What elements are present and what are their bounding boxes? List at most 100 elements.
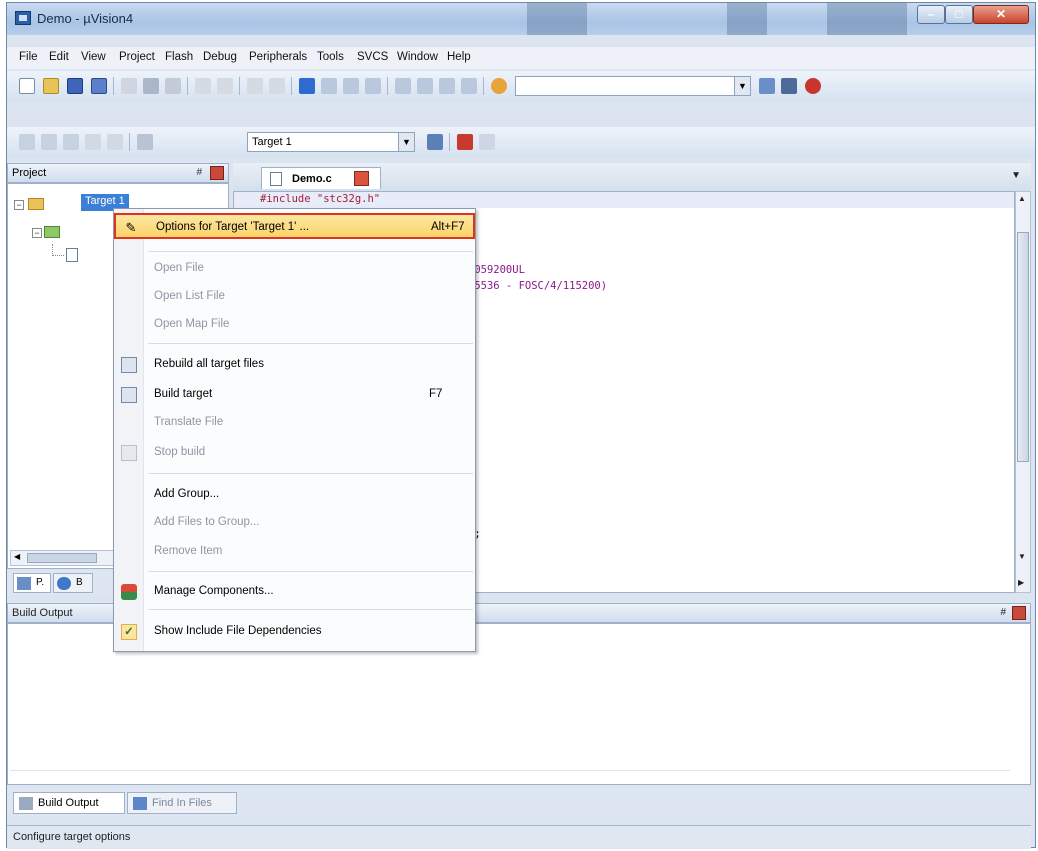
find-in-files-icon[interactable] [491, 78, 507, 94]
cut-icon[interactable] [121, 78, 137, 94]
close-panel-icon[interactable] [210, 166, 224, 180]
select-software-packs-icon[interactable] [479, 134, 495, 150]
menu-help[interactable]: Help [447, 51, 471, 63]
menu-item-remove-item[interactable]: Remove Item [114, 539, 475, 565]
context-menu: ✎ Options for Target 'Target 1' ... Alt+… [113, 208, 476, 652]
collapse-icon[interactable]: − [32, 228, 42, 238]
next-bookmark-icon[interactable] [343, 78, 359, 94]
group-folder-icon [44, 226, 60, 238]
menu-view[interactable]: View [81, 51, 106, 63]
menu-item-open-file[interactable]: Open File [114, 256, 475, 282]
menu-item-options-for-target[interactable]: ✎ Options for Target 'Target 1' ... Alt+… [114, 213, 475, 239]
target-options-icon[interactable] [427, 134, 443, 150]
unindent-icon[interactable] [417, 78, 433, 94]
redo-icon[interactable] [217, 78, 233, 94]
tab-find-in-files[interactable]: Find In Files [127, 792, 237, 814]
pin-icon[interactable]: # [196, 167, 202, 178]
horizontal-scrollbar[interactable] [10, 770, 1010, 782]
incremental-find-icon[interactable] [759, 78, 775, 94]
menu-item-add-files[interactable]: Add Files to Group... [114, 510, 475, 536]
toolbar-separator [113, 77, 114, 95]
source-file-icon[interactable] [66, 248, 78, 262]
prev-bookmark-icon[interactable] [321, 78, 337, 94]
menu-item-open-list-file[interactable]: Open List File [114, 284, 475, 310]
navigate-back-icon[interactable] [247, 78, 263, 94]
open-folder-icon[interactable] [43, 78, 59, 94]
close-tab-icon[interactable] [354, 171, 369, 186]
menu-item-rebuild-all[interactable]: Rebuild all target files [114, 352, 475, 378]
maximize-button[interactable]: □ [945, 5, 973, 24]
menu-separator [148, 609, 473, 610]
menu-window[interactable]: Window [397, 51, 438, 63]
browse-icon[interactable] [781, 78, 797, 94]
menu-flash[interactable]: Flash [165, 51, 193, 63]
build-output-title: Build Output [12, 607, 73, 619]
scroll-right-icon[interactable]: ▶ [1018, 578, 1024, 587]
find-input[interactable]: ▼ [515, 76, 751, 96]
download-icon[interactable] [137, 134, 153, 150]
horizontal-scrollbar[interactable]: ◀ [10, 550, 120, 566]
comment-icon[interactable] [439, 78, 455, 94]
rebuild-icon[interactable] [63, 134, 79, 150]
build-icon[interactable] [41, 134, 57, 150]
chevron-down-icon[interactable]: ▼ [398, 133, 414, 151]
indent-icon[interactable] [395, 78, 411, 94]
bookmark-icon[interactable] [299, 78, 315, 94]
menu-item-add-group[interactable]: Add Group... [114, 482, 475, 508]
close-panel-icon[interactable] [1012, 606, 1026, 620]
minimize-button[interactable]: – [917, 5, 945, 24]
tab-project[interactable]: P. [13, 573, 51, 593]
menu-project[interactable]: Project [119, 51, 155, 63]
collapse-icon[interactable]: − [14, 200, 24, 210]
copy-icon[interactable] [143, 78, 159, 94]
translate-icon[interactable] [19, 134, 35, 150]
manage-components-icon[interactable] [457, 134, 473, 150]
undo-icon[interactable] [195, 78, 211, 94]
menu-edit[interactable]: Edit [49, 51, 69, 63]
scroll-thumb[interactable] [27, 553, 97, 563]
navigate-forward-icon[interactable] [269, 78, 285, 94]
tab-list-dropdown-icon[interactable]: ▼ [1011, 170, 1021, 181]
new-file-icon[interactable] [19, 78, 35, 94]
menu-separator [148, 251, 473, 252]
debug-session-icon[interactable] [805, 78, 821, 94]
chevron-down-icon[interactable]: ▼ [734, 77, 750, 95]
scroll-up-icon[interactable]: ▲ [1018, 194, 1026, 203]
code-line-1: #include "stc32g.h" [260, 193, 381, 205]
tab-build-output[interactable]: Build Output [13, 792, 125, 814]
title-bar[interactable]: Demo - µVision4 – □ ✕ [7, 3, 1035, 35]
menu-debug[interactable]: Debug [203, 51, 237, 63]
books-tab-icon [57, 577, 71, 590]
menu-item-stop-build[interactable]: Stop build [114, 440, 475, 466]
target-select[interactable]: Target 1 ▼ [247, 132, 415, 152]
batch-build-icon[interactable] [85, 134, 101, 150]
save-all-icon[interactable] [91, 78, 107, 94]
menu-item-translate-file[interactable]: Translate File [114, 410, 475, 436]
tab-demo-c[interactable]: Demo.c [261, 167, 381, 189]
tab-books[interactable]: B [53, 573, 93, 593]
menu-peripherals[interactable]: Peripherals [249, 51, 307, 63]
menu-tools[interactable]: Tools [317, 51, 344, 63]
pin-icon[interactable]: # [1000, 607, 1006, 618]
close-button[interactable]: ✕ [973, 5, 1029, 24]
save-icon[interactable] [67, 78, 83, 94]
paste-icon[interactable] [165, 78, 181, 94]
build-output-tab-icon [19, 797, 33, 810]
scroll-left-icon[interactable]: ◀ [14, 552, 20, 561]
menu-bar: File Edit View Project Flash Debug Perip… [7, 47, 1035, 69]
menu-item-build-target[interactable]: Build target F7 [114, 382, 475, 408]
menu-svcs[interactable]: SVCS [357, 51, 388, 63]
scroll-down-icon[interactable]: ▼ [1018, 552, 1026, 561]
components-icon [121, 584, 137, 600]
toolbar-separator [449, 133, 450, 151]
menu-file[interactable]: File [19, 51, 38, 63]
menu-item-manage-components[interactable]: Manage Components... [114, 579, 475, 605]
uncomment-icon[interactable] [461, 78, 477, 94]
menu-item-open-map-file[interactable]: Open Map File [114, 312, 475, 338]
editor-vertical-scrollbar[interactable]: ▲ ▼ ▶ [1015, 191, 1031, 593]
stop-build-icon[interactable] [107, 134, 123, 150]
project-panel-title: Project [12, 167, 47, 179]
menu-item-show-include-deps[interactable]: ✓ Show Include File Dependencies [114, 619, 475, 645]
clear-bookmarks-icon[interactable] [365, 78, 381, 94]
scroll-thumb[interactable] [1017, 232, 1029, 462]
